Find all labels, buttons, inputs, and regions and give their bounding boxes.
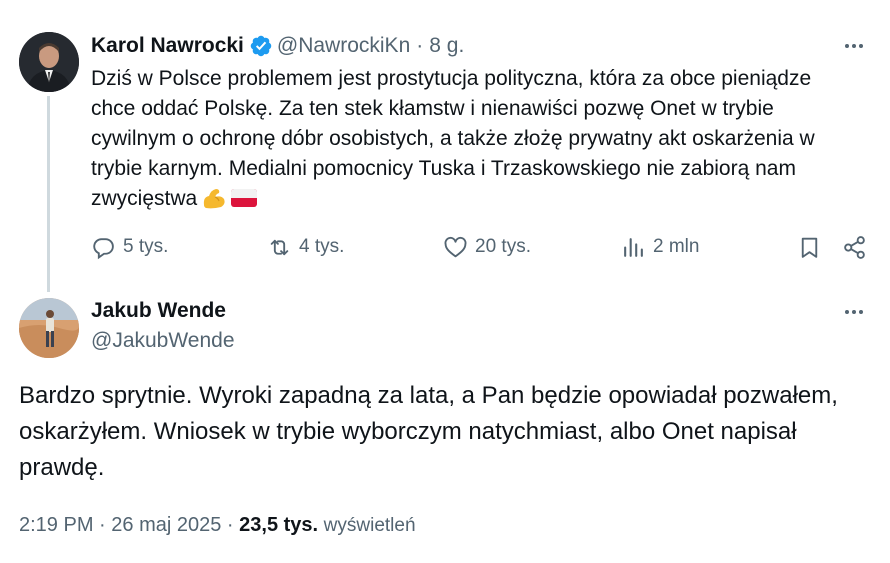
reply-count: 5 tys. bbox=[123, 236, 169, 257]
share-icon bbox=[843, 235, 865, 259]
thread-connector-line bbox=[47, 96, 50, 292]
reply-icon bbox=[93, 237, 114, 259]
tweet1-header: Karol Nawrocki @NawrockiKn · 8 g. bbox=[91, 33, 464, 59]
like-button[interactable]: 20 tys. bbox=[443, 233, 531, 261]
tweet1-separator: · bbox=[416, 34, 424, 57]
tweet2-author-name[interactable]: Jakub Wende bbox=[91, 299, 226, 323]
poland-flag-emoji bbox=[230, 187, 258, 207]
tweet2-handle[interactable]: @JakubWende bbox=[91, 329, 235, 353]
tweet2-date[interactable]: 26 maj 2025 bbox=[111, 514, 221, 536]
tweet2-views-label: wyświetleń bbox=[323, 515, 416, 536]
meta-separator: · bbox=[226, 514, 234, 536]
tweet1-author-name[interactable]: Karol Nawrocki bbox=[91, 34, 244, 58]
tweet2-views-count: 23,5 tys. bbox=[239, 514, 319, 536]
share-button[interactable] bbox=[840, 233, 868, 261]
verified-badge-icon bbox=[249, 34, 273, 58]
tweet2-meta: 2:19 PM · 26 maj 2025 · 23,5 tys. wyświe… bbox=[19, 514, 416, 537]
repost-button[interactable]: 4 tys. bbox=[267, 233, 344, 261]
tweet2-time[interactable]: 2:19 PM bbox=[19, 514, 93, 536]
more-options-icon[interactable] bbox=[838, 36, 870, 56]
meta-separator: · bbox=[99, 514, 106, 536]
tweet2-text: Bardzo sprytnie. Wyroki zapadną za lata,… bbox=[19, 382, 838, 481]
bookmark-button[interactable] bbox=[795, 233, 823, 261]
bookmark-icon bbox=[801, 237, 817, 258]
tweet1-body: Dziś w Polsce problemem jest prostytucja… bbox=[91, 64, 851, 214]
tweet1-handle[interactable]: @NawrockiKn bbox=[277, 34, 410, 58]
views-icon bbox=[624, 237, 643, 257]
more-options-icon[interactable] bbox=[838, 302, 870, 322]
views-count: 2 mln bbox=[653, 236, 700, 257]
tweet1-text: Dziś w Polsce problemem jest prostytucja… bbox=[91, 67, 815, 210]
like-icon bbox=[444, 236, 467, 257]
flexed-biceps-emoji bbox=[201, 187, 227, 209]
views-button[interactable]: 2 mln bbox=[621, 233, 699, 261]
like-count: 20 tys. bbox=[475, 236, 531, 257]
avatar-karol-nawrocki[interactable] bbox=[19, 32, 79, 92]
repost-count: 4 tys. bbox=[299, 236, 345, 257]
avatar-jakub-wende[interactable] bbox=[19, 298, 79, 358]
tweet1-time-ago[interactable]: 8 g. bbox=[429, 34, 464, 58]
reply-button[interactable]: 5 tys. bbox=[91, 233, 168, 261]
repost-icon bbox=[270, 239, 289, 255]
